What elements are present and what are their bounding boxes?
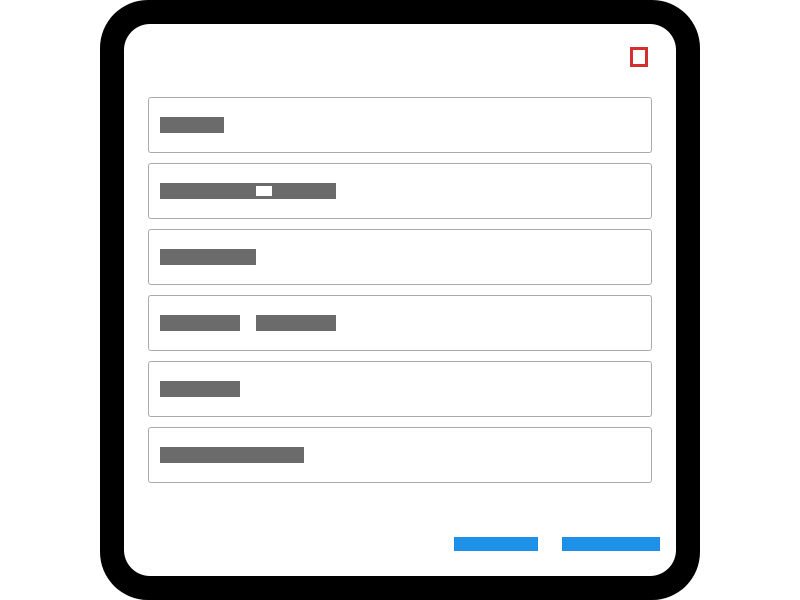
form-field-1[interactable]: [148, 97, 652, 153]
redacted-text: [160, 117, 224, 133]
field-label-2: [160, 183, 336, 199]
form-field-5[interactable]: [148, 361, 652, 417]
redacted-text: [160, 447, 304, 463]
field-label-1: [160, 117, 224, 133]
redacted-text: [256, 315, 336, 331]
redacted-text: [160, 183, 256, 199]
redacted-text: [272, 183, 336, 199]
label-separator: [256, 183, 272, 199]
form-field-3[interactable]: [148, 229, 652, 285]
dialog: [124, 24, 676, 576]
field-label-3: [160, 249, 256, 265]
primary-action-button[interactable]: [562, 537, 660, 551]
close-button[interactable]: [630, 47, 648, 67]
device-frame: [100, 0, 700, 600]
form-field-4[interactable]: [148, 295, 652, 351]
form-field-2[interactable]: [148, 163, 652, 219]
redacted-text: [160, 249, 256, 265]
redacted-text: [160, 381, 240, 397]
form-field-6[interactable]: [148, 427, 652, 483]
field-label-6: [160, 447, 304, 463]
redacted-text: [160, 315, 240, 331]
field-label-4: [160, 315, 336, 331]
label-separator: [240, 315, 256, 331]
secondary-action-button[interactable]: [454, 537, 538, 551]
field-label-5: [160, 381, 240, 397]
